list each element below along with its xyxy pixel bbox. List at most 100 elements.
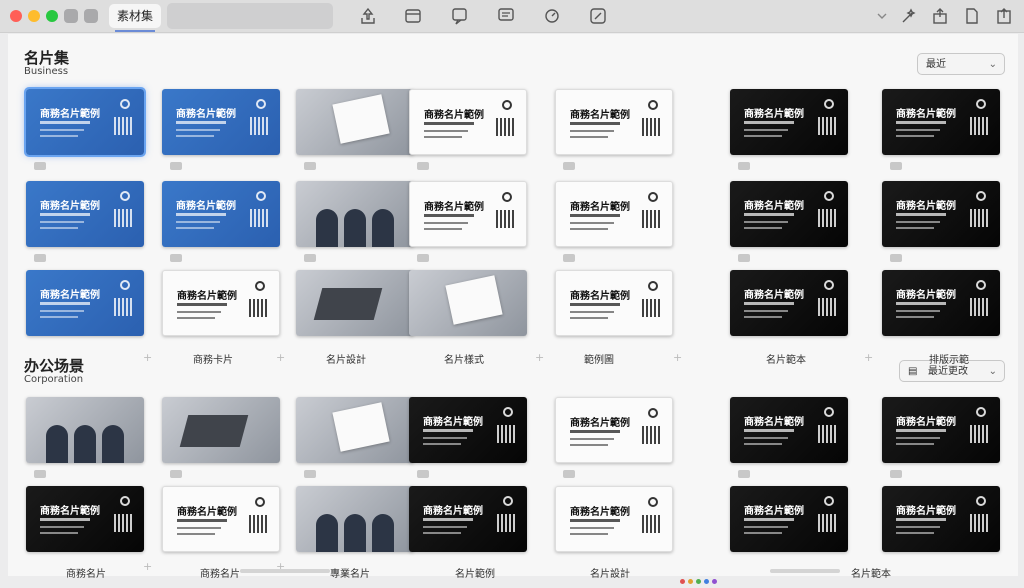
search-field[interactable] [167, 3, 333, 29]
card-text-line [176, 129, 220, 131]
horizontal-scrollbar[interactable] [240, 569, 330, 573]
sort-dropdown-business[interactable]: 最近 ⌄ [917, 53, 1005, 75]
qr-code-icon [970, 117, 988, 135]
business-card-thumbnail[interactable]: 商務名片範例 [730, 89, 848, 155]
business-card-thumbnail[interactable]: 商務名片範例 [882, 89, 1000, 155]
add-icon[interactable]: + [673, 351, 682, 364]
business-card-thumbnail[interactable]: 商務名片範例 [26, 181, 144, 247]
business-card-thumbnail[interactable] [296, 181, 414, 247]
business-card-thumbnail[interactable]: 商務名片範例 [555, 89, 673, 155]
business-card-thumbnail[interactable] [296, 397, 414, 463]
business-card-thumbnail[interactable]: 商務名片範例 [555, 397, 673, 463]
page-indicator[interactable] [680, 569, 720, 588]
add-icon[interactable]: + [143, 560, 152, 573]
card-title: 商務名片範例 [40, 506, 100, 517]
business-card-thumbnail[interactable] [409, 270, 527, 336]
business-card-thumbnail[interactable]: 商務名片範例 [26, 270, 144, 336]
zoom-window-button[interactable] [46, 10, 58, 22]
card-text-line [176, 135, 214, 137]
card-caption-icon [34, 254, 46, 262]
column-label: 商務名片 [200, 569, 240, 580]
business-card-thumbnail[interactable]: 商務名片範例 [162, 181, 280, 247]
business-card-thumbnail[interactable]: 商務名片範例 [162, 270, 280, 336]
business-card-thumbnail[interactable] [26, 397, 144, 463]
logo-icon [120, 496, 130, 506]
business-card-thumbnail[interactable]: 商務名片範例 [555, 486, 673, 552]
close-window-button[interactable] [10, 10, 22, 22]
business-card-thumbnail[interactable] [162, 397, 280, 463]
qr-code-icon [970, 298, 988, 316]
export-icon[interactable] [930, 6, 950, 26]
wand-icon[interactable] [899, 6, 919, 26]
document-icon[interactable] [962, 6, 982, 26]
card-text-line [40, 302, 90, 305]
business-card-thumbnail[interactable]: 商務名片範例 [24, 87, 146, 157]
business-card-thumbnail[interactable]: 商務名片範例 [162, 89, 280, 155]
card-text-line [424, 130, 468, 132]
horizontal-scrollbar[interactable] [770, 569, 840, 573]
upload-icon[interactable] [994, 6, 1014, 26]
business-card-thumbnail[interactable]: 商務名片範例 [730, 270, 848, 336]
share-icon[interactable] [358, 6, 378, 26]
tab-materials[interactable]: 素材集 [109, 4, 161, 32]
logo-icon [502, 192, 512, 202]
business-card-thumbnail[interactable]: 商務名片範例 [730, 486, 848, 552]
card-text-line [744, 316, 782, 318]
refresh-icon[interactable] [542, 6, 562, 26]
business-card-thumbnail[interactable] [296, 270, 414, 336]
add-icon[interactable]: + [864, 351, 873, 364]
business-card-thumbnail[interactable]: 商務名片範例 [409, 397, 527, 463]
qr-code-icon [496, 210, 514, 228]
card-title: 商務名片範例 [176, 109, 236, 120]
card-text-line [570, 527, 614, 529]
back-button[interactable] [84, 9, 98, 23]
logo-icon [648, 497, 658, 507]
logo-icon [824, 496, 834, 506]
card-text-line [896, 227, 934, 229]
speech-icon[interactable] [450, 6, 470, 26]
image-icon[interactable] [403, 6, 423, 26]
sidebar-toggle-icon[interactable] [64, 9, 78, 23]
card-caption-icon [304, 162, 316, 170]
add-icon[interactable]: + [535, 351, 544, 364]
card-text-line [40, 310, 84, 312]
add-icon[interactable]: + [143, 351, 152, 364]
minimize-window-button[interactable] [28, 10, 40, 22]
qr-code-icon [497, 425, 515, 443]
card-text-line [570, 533, 608, 535]
section-title-business: 名片集 [24, 49, 70, 67]
card-text-line [744, 526, 788, 528]
chat-icon[interactable] [496, 6, 516, 26]
card-text-line [744, 121, 794, 124]
business-card-thumbnail[interactable]: 商務名片範例 [882, 486, 1000, 552]
business-card-thumbnail[interactable]: 商務名片範例 [730, 181, 848, 247]
card-title: 商務名片範例 [177, 291, 237, 302]
qr-code-icon [970, 425, 988, 443]
business-card-thumbnail[interactable]: 商務名片範例 [409, 181, 527, 247]
card-title: 商務名片範例 [896, 109, 956, 120]
card-title: 商務名片範例 [176, 201, 236, 212]
person-figure [316, 514, 338, 552]
add-icon[interactable]: + [276, 351, 285, 364]
chevron-down-icon[interactable] [872, 6, 892, 26]
business-card-thumbnail[interactable]: 商務名片範例 [555, 270, 673, 336]
business-card-thumbnail[interactable]: 商務名片範例 [409, 486, 527, 552]
edit-icon[interactable] [588, 6, 608, 26]
business-card-thumbnail[interactable] [296, 486, 414, 552]
qr-code-icon [818, 117, 836, 135]
business-card-thumbnail[interactable]: 商務名片範例 [882, 181, 1000, 247]
laptop-figure [313, 288, 383, 320]
business-card-thumbnail[interactable] [296, 89, 414, 155]
business-card-thumbnail[interactable]: 商務名片範例 [409, 89, 527, 155]
business-card-thumbnail[interactable]: 商務名片範例 [882, 270, 1000, 336]
card-text-line [424, 222, 468, 224]
business-card-thumbnail[interactable]: 商務名片範例 [882, 397, 1000, 463]
qr-code-icon [249, 515, 267, 533]
card-caption-icon [738, 254, 750, 262]
business-card-thumbnail[interactable]: 商務名片範例 [26, 486, 144, 552]
business-card-thumbnail[interactable]: 商務名片範例 [162, 486, 280, 552]
logo-icon [648, 192, 658, 202]
business-card-thumbnail[interactable]: 商務名片範例 [555, 181, 673, 247]
card-text-line [570, 122, 620, 125]
business-card-thumbnail[interactable]: 商務名片範例 [730, 397, 848, 463]
